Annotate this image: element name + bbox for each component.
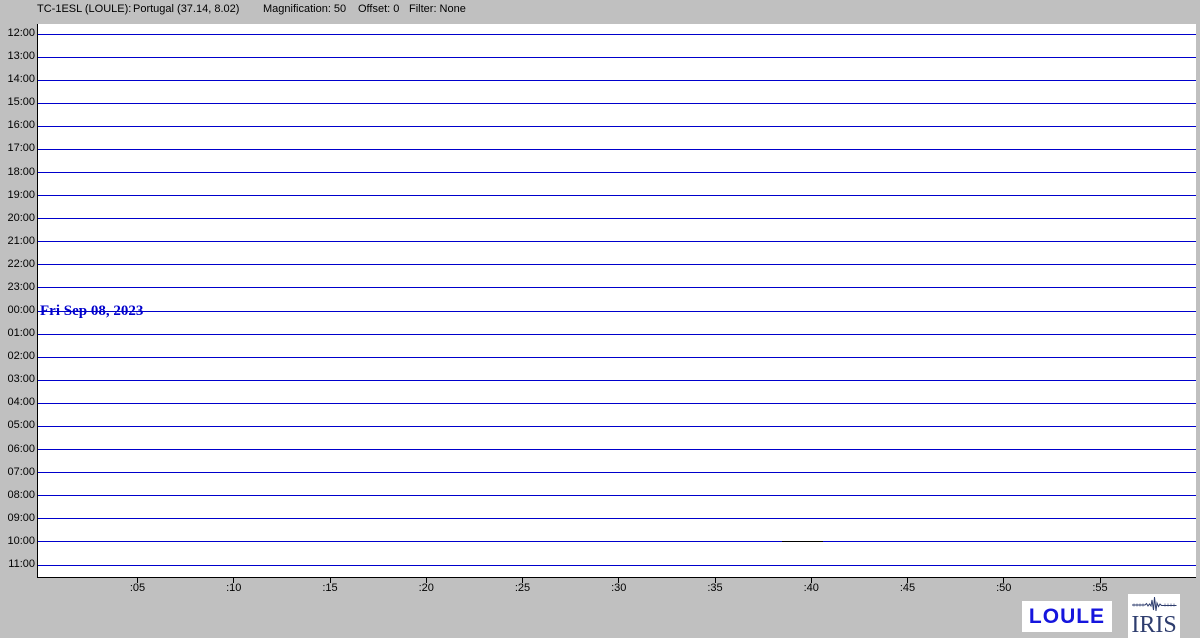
time-label: 21:00 [0,235,35,248]
time-label: 19:00 [0,189,35,202]
station-badge[interactable]: LOULE [1022,601,1112,632]
trace-row[interactable] [38,334,1196,335]
trace-row[interactable] [38,357,1196,358]
x-tick-label: :55 [1080,582,1120,594]
time-label: 07:00 [0,466,35,479]
x-tick-label: :10 [214,582,254,594]
iris-logo[interactable]: IRIS [1128,594,1180,638]
x-tick-label: :25 [503,582,543,594]
trace-row[interactable] [38,472,1196,473]
trace-row[interactable] [38,518,1196,519]
time-label: 16:00 [0,119,35,132]
time-label: 23:00 [0,281,35,294]
time-label: 02:00 [0,350,35,363]
time-label: 03:00 [0,373,35,386]
trace-row[interactable] [38,426,1196,427]
trace-row[interactable] [38,57,1196,58]
time-label: 08:00 [0,489,35,502]
time-label: 18:00 [0,166,35,179]
trace-row[interactable] [38,565,1196,566]
filter-value: Filter: None [409,3,466,15]
trace-row[interactable] [38,287,1196,288]
trace-row[interactable] [38,264,1196,265]
time-label: 14:00 [0,73,35,86]
helicorder-screen: TC-1ESL (LOULE): Portugal (37.14, 8.02) … [0,0,1200,638]
trace-row[interactable] [38,103,1196,104]
trace-row[interactable] [38,449,1196,450]
trace-row[interactable] [38,380,1196,381]
trace-row[interactable] [38,403,1196,404]
seismogram-squiggle-icon [1132,597,1177,611]
time-label: 10:00 [0,535,35,548]
station-location: Portugal (37.14, 8.02) [133,3,239,15]
trace-row[interactable] [38,149,1196,150]
time-label: 09:00 [0,512,35,525]
time-label: 12:00 [0,27,35,40]
trace-row[interactable] [38,80,1196,81]
x-tick-label: :35 [695,582,735,594]
x-tick-label: :50 [984,582,1024,594]
time-label: 13:00 [0,50,35,63]
trace-gap-segment [782,541,822,542]
trace-row[interactable] [38,541,1196,542]
time-label: 00:00 [0,304,35,317]
time-label: 17:00 [0,142,35,155]
iris-wordmark: IRIS [1131,612,1176,638]
time-label: 06:00 [0,443,35,456]
x-tick-label: :40 [791,582,831,594]
trace-row[interactable] [38,218,1196,219]
time-label: 01:00 [0,327,35,340]
station-title: TC-1ESL (LOULE): [37,3,131,15]
x-tick-label: :05 [118,582,158,594]
trace-row[interactable] [38,34,1196,35]
time-label: 20:00 [0,212,35,225]
x-tick-label: :30 [599,582,639,594]
time-label: 05:00 [0,419,35,432]
time-label: 22:00 [0,258,35,271]
trace-row[interactable] [38,172,1196,173]
magnification-value: Magnification: 50 [263,3,346,15]
time-label: 15:00 [0,96,35,109]
x-tick-label: :15 [310,582,350,594]
trace-row[interactable] [38,241,1196,242]
trace-row[interactable] [38,311,1196,312]
x-tick-label: :45 [888,582,928,594]
date-annotation: Fri Sep 08, 2023 [40,303,143,319]
trace-row[interactable] [38,495,1196,496]
x-tick-label: :20 [406,582,446,594]
time-label: 04:00 [0,396,35,409]
time-label: 11:00 [0,558,35,571]
trace-row[interactable] [38,126,1196,127]
trace-row[interactable] [38,195,1196,196]
offset-value: Offset: 0 [358,3,399,15]
